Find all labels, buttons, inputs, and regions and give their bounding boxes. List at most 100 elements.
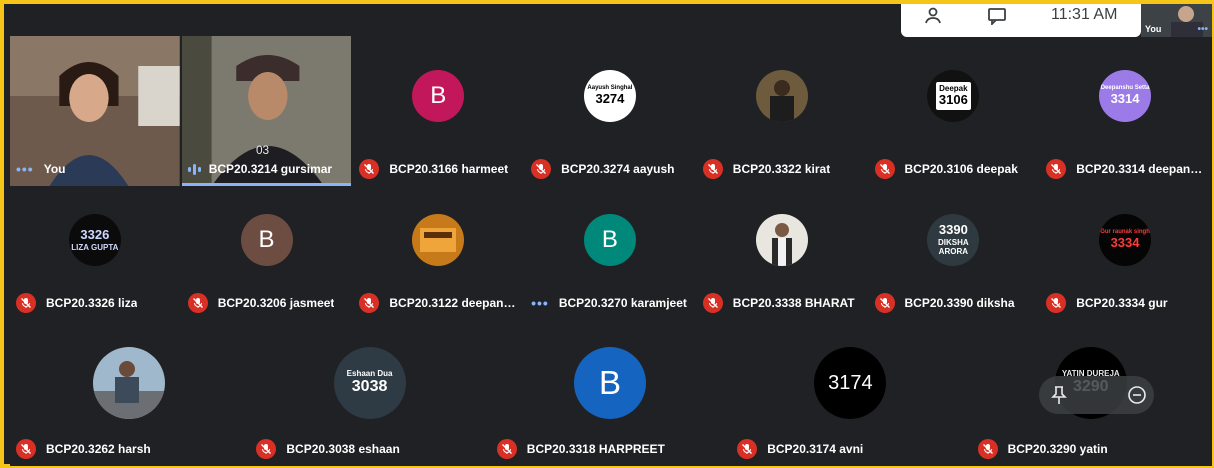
avatar-text: 3390 DIKSHA ARORA bbox=[938, 222, 969, 257]
participant-name-bar: BCP20.3206 jasmeet bbox=[187, 292, 348, 314]
avatar-text: B bbox=[258, 226, 275, 254]
participant-name-bar: BCP20.3038 eshaan bbox=[256, 438, 484, 460]
participant-avatar: Eshaan Dua 3038 bbox=[333, 347, 406, 419]
participant-name: BCP20.3106 deepak bbox=[904, 162, 1018, 176]
participant-tile[interactable]: 3174 BCP20.3174 avni bbox=[731, 330, 970, 466]
participant-tile[interactable]: BCP20.3322 kirat bbox=[696, 36, 867, 186]
audio-indicator-icon: ••• bbox=[531, 295, 549, 311]
participant-tile[interactable]: B BCP20.3206 jasmeet bbox=[181, 190, 352, 320]
participant-name: BCP20.3338 BHARAT bbox=[732, 296, 855, 310]
self-view-thumbnail[interactable]: You ••• bbox=[1141, 4, 1212, 37]
participant-avatar bbox=[755, 70, 808, 122]
participant-avatar: 3390 DIKSHA ARORA bbox=[927, 214, 980, 266]
avatar-text: B bbox=[598, 364, 621, 402]
participant-name: BCP20.3390 diksha bbox=[904, 296, 1015, 310]
people-icon[interactable] bbox=[923, 6, 943, 31]
participant-tile[interactable]: ••• You bbox=[10, 36, 180, 186]
participant-name-bar: BCP20.3262 harsh bbox=[16, 438, 244, 460]
participant-name-bar: BCP20.3326 liza bbox=[16, 292, 176, 314]
audio-indicator-icon: ••• bbox=[16, 161, 34, 177]
participant-name: BCP20.3214 gursimar bbox=[208, 162, 333, 176]
participant-tile[interactable]: Deepak 3106 BCP20.3106 deepak bbox=[868, 36, 1039, 186]
participant-avatar bbox=[93, 347, 166, 419]
avatar-text: Deepanshu Setta 3314 bbox=[1100, 85, 1150, 106]
participant-name-bar: BCP20.3314 deepans… bbox=[1046, 158, 1206, 180]
participant-name-bar: BCP20.3322 kirat bbox=[702, 158, 863, 180]
participant-name: BCP20.3262 harsh bbox=[46, 442, 151, 456]
participant-name: BCP20.3122 deepans… bbox=[389, 296, 520, 310]
participant-tile[interactable]: B BCP20.3318 HARPREET bbox=[490, 330, 730, 466]
mic-off-icon bbox=[1046, 293, 1067, 313]
speaking-icon bbox=[187, 163, 201, 175]
participant-tile[interactable]: 3390 DIKSHA ARORA BCP20.3390 diksha bbox=[868, 190, 1039, 320]
more-options-icon[interactable]: ••• bbox=[1197, 24, 1208, 35]
avatar-text: B bbox=[601, 226, 618, 254]
participant-name-bar: BCP20.3290 yatin bbox=[977, 438, 1206, 460]
pip-controls bbox=[1039, 376, 1154, 414]
participant-name: BCP20.3334 gur bbox=[1076, 296, 1168, 310]
mic-off-icon bbox=[702, 293, 723, 313]
mic-off-icon bbox=[977, 439, 998, 459]
mic-off-icon bbox=[256, 439, 277, 459]
participant-name-bar: BCP20.3166 harmeet bbox=[359, 158, 519, 180]
avatar-text: B bbox=[430, 82, 447, 110]
participant-name: BCP20.3290 yatin bbox=[1007, 442, 1108, 456]
participant-name: BCP20.3274 aayush bbox=[561, 162, 675, 176]
participant-name-bar: BCP20.3214 gursimar bbox=[187, 158, 348, 180]
participant-name-bar: BCP20.3334 gur bbox=[1046, 292, 1206, 314]
clock: 11:31 AM bbox=[1051, 6, 1118, 23]
participant-name: BCP20.3038 eshaan bbox=[286, 442, 400, 456]
mic-off-icon bbox=[1046, 159, 1067, 179]
mic-off-icon bbox=[16, 293, 36, 313]
participant-avatar: Aayush Singhal 3274 bbox=[583, 70, 636, 122]
participant-avatar: Gur raunak singh 3334 bbox=[1099, 214, 1152, 266]
participant-avatar bbox=[755, 214, 808, 266]
participant-tile[interactable]: Deepanshu Setta 3314 BCP20.3314 deepans… bbox=[1040, 36, 1210, 186]
avatar-text: Aayush Singhal 3274 bbox=[587, 85, 633, 106]
chat-icon[interactable] bbox=[987, 7, 1007, 30]
participant-tile[interactable]: Eshaan Dua 3038 BCP20.3038 eshaan bbox=[250, 330, 489, 466]
participant-avatar: B bbox=[573, 347, 646, 419]
participant-tile[interactable]: 03 BCP20.3214 gursimar bbox=[181, 36, 352, 186]
mic-off-icon bbox=[187, 293, 208, 313]
participant-name: BCP20.3318 HARPREET bbox=[526, 442, 665, 456]
participant-name: BCP20.3206 jasmeet bbox=[217, 296, 335, 310]
svg-text:03: 03 bbox=[256, 143, 270, 157]
mic-off-icon bbox=[359, 293, 380, 313]
participant-name: BCP20.3326 liza bbox=[46, 296, 138, 310]
mic-off-icon bbox=[359, 159, 380, 179]
mic-off-icon bbox=[874, 293, 895, 313]
participant-tile[interactable]: B ••• BCP20.3270 karamjeet bbox=[525, 190, 695, 320]
remove-icon[interactable] bbox=[1127, 385, 1147, 410]
participant-tile[interactable]: B BCP20.3166 harmeet bbox=[353, 36, 524, 186]
participant-avatar: B bbox=[240, 214, 293, 266]
participant-tile[interactable]: BCP20.3262 harsh bbox=[10, 330, 249, 466]
meeting-top-bar: 11:31 AM bbox=[901, 4, 1141, 37]
avatar-text: 3174 bbox=[828, 371, 873, 394]
mic-off-icon bbox=[737, 439, 758, 459]
participant-name-bar: ••• You bbox=[16, 158, 176, 180]
participant-name: BCP20.3270 karamjeet bbox=[558, 296, 687, 310]
participant-name-bar: BCP20.3274 aayush bbox=[531, 158, 691, 180]
participant-avatar bbox=[412, 214, 465, 266]
participant-name-bar: BCP20.3122 deepans… bbox=[359, 292, 519, 314]
participant-avatar: B bbox=[583, 214, 636, 266]
participant-name: BCP20.3314 deepans… bbox=[1076, 162, 1206, 176]
mic-off-icon bbox=[496, 439, 517, 459]
participant-avatar: Deepanshu Setta 3314 bbox=[1099, 70, 1152, 122]
meeting-window: ••• You 03 BCP20.3214 gursimar B BCP20.3166 h… bbox=[0, 0, 1214, 468]
pin-icon[interactable] bbox=[1051, 385, 1067, 410]
participant-name: BCP20.3174 avni bbox=[767, 442, 864, 456]
participant-avatar: 3174 bbox=[814, 347, 887, 419]
active-speaker-bar bbox=[181, 183, 352, 186]
participant-tile[interactable]: Gur raunak singh 3334 BCP20.3334 gur bbox=[1040, 190, 1210, 320]
participant-name-bar: BCP20.3338 BHARAT bbox=[702, 292, 863, 314]
participant-tile[interactable]: 3326 LIZA GUPTA BCP20.3326 liza bbox=[10, 190, 180, 320]
participant-tile[interactable]: BCP20.3338 BHARAT bbox=[696, 190, 867, 320]
participant-name: BCP20.3322 kirat bbox=[732, 162, 831, 176]
avatar-text: Eshaan Dua 3038 bbox=[346, 369, 393, 396]
participant-tile[interactable]: Aayush Singhal 3274 BCP20.3274 aayush bbox=[525, 36, 695, 186]
mic-off-icon bbox=[874, 159, 895, 179]
participant-tile[interactable]: BCP20.3122 deepans… bbox=[353, 190, 524, 320]
participant-name-bar: BCP20.3318 HARPREET bbox=[496, 438, 725, 460]
